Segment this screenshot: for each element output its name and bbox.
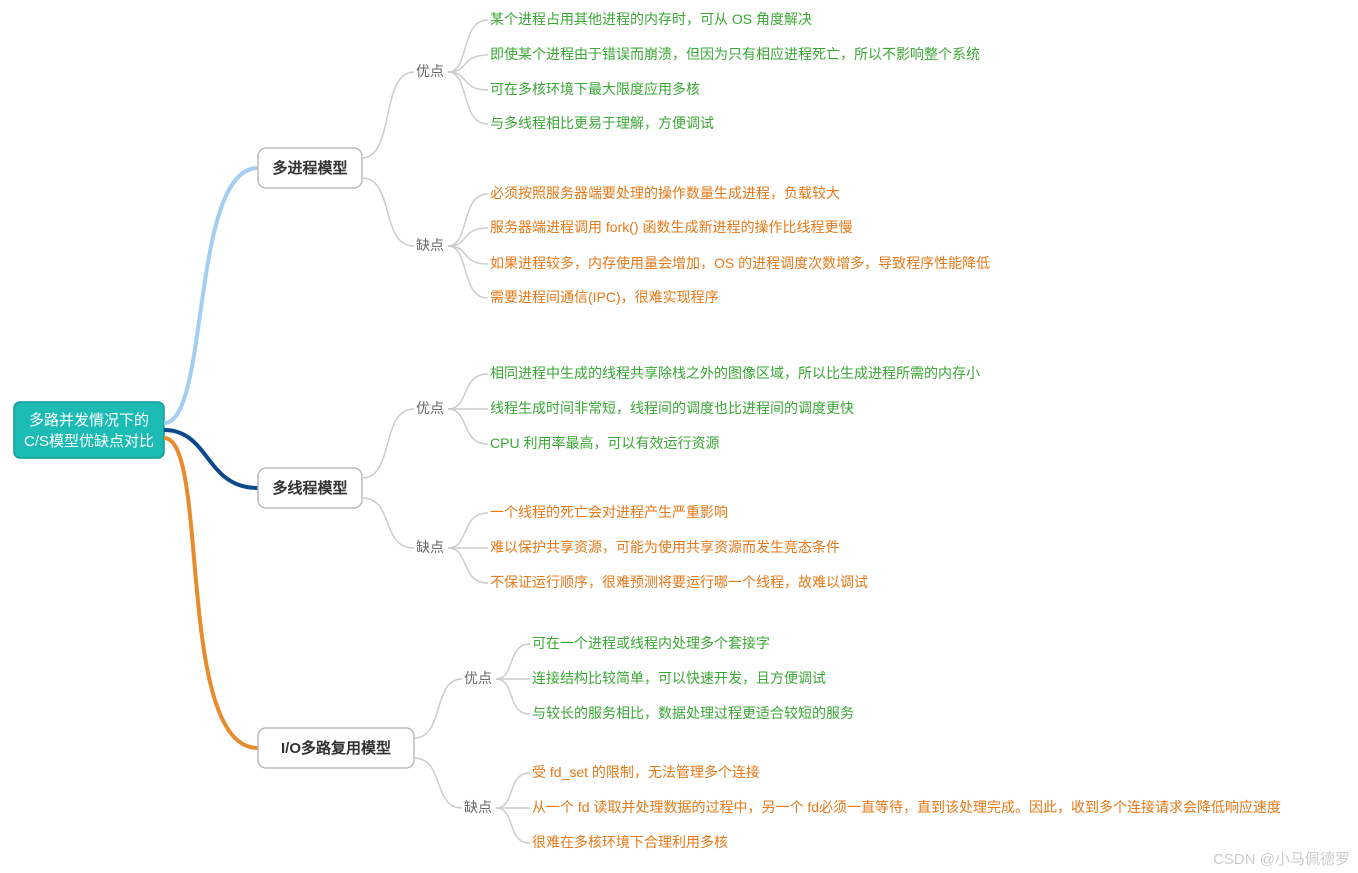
b1-dis-0: 一个线程的死亡会对进程产生严重影响 [490,504,728,520]
b0-adv-0: 某个进程占用其他进程的内存时，可从 OS 角度解决 [490,11,812,27]
b2-adv-1: 连接结构比较简单，可以快速开发，且方便调试 [532,670,826,686]
connector-b0-adv [362,72,414,158]
b0-dis-label: 缺点 [416,237,444,253]
root-line1: 多路并发情况下的 [29,412,149,429]
b0-dis-3: 需要进程间通信(IPC)，很难实现程序 [490,289,719,305]
b2-adv-label: 优点 [464,670,492,686]
branch-2[interactable]: I/O多路复用模型 [258,728,414,768]
branch-0[interactable]: 多进程模型 [258,148,362,188]
b0-dis-1: 服务器端进程调用 fork() 函数生成新进程的操作比线程更慢 [490,219,852,235]
b1-adv-0: 相同进程中生成的线程共享除栈之外的图像区域，所以比生成进程所需的内存小 [490,365,980,381]
b2-dis-1: 从一个 fd 读取并处理数据的过程中，另一个 fd必须一直等待，直到该处理完成。… [532,799,1281,815]
b1-dis-1: 难以保护共享资源，可能为使用共享资源而发生竞态条件 [490,539,840,555]
b1-adv-2: CPU 利用率最高，可以有效运行资源 [490,435,719,451]
b0-adv-1: 即使某个进程由于错误而崩溃，但因为只有相应进程死亡，所以不影响整个系统 [490,46,980,62]
b2-dis-0: 受 fd_set 的限制，无法管理多个连接 [532,764,760,780]
root-line2: C/S模型优缺点对比 [24,433,154,450]
connector-b2-dis [414,758,462,808]
connector-b1-dis [362,498,414,548]
b0-adv-2: 可在多核环境下最大限度应用多核 [490,81,700,97]
connector-b1-adv [362,409,414,478]
branch-1-label: 多线程模型 [272,479,347,497]
b2-dis-label: 缺点 [464,799,492,815]
b2-adv-2: 与较长的服务相比，数据处理过程更适合较短的服务 [532,705,854,721]
b2-dis-2: 很难在多核环境下合理利用多核 [532,834,728,850]
connector-b0-dis [362,178,414,246]
watermark: CSDN @小马佩德罗 [1213,850,1350,868]
branch-2-label: I/O多路复用模型 [281,739,391,757]
b1-adv-1: 线程生成时间非常短，线程间的调度也比进程间的调度更快 [490,400,854,416]
connector-root-b1 [164,430,258,488]
b1-adv-label: 优点 [416,400,444,416]
b2-adv-0: 可在一个进程或线程内处理多个套接字 [532,635,770,651]
root-node[interactable]: 多路并发情况下的 C/S模型优缺点对比 [14,402,164,458]
b0-adv-3: 与多线程相比更易于理解，方便调试 [490,115,714,131]
b0-adv-label: 优点 [416,63,444,79]
connector-root-b0 [164,168,258,423]
b1-dis-2: 不保证运行顺序，很难预测将要运行哪一个线程，故难以调试 [490,574,868,590]
branch-0-label: 多进程模型 [272,159,347,177]
branch-1[interactable]: 多线程模型 [258,468,362,508]
b0-dis-2: 如果进程较多，内存使用量会增加，OS 的进程调度次数增多，导致程序性能降低 [490,255,990,271]
b0-dis-0: 必须按照服务器端要处理的操作数量生成进程，负载较大 [490,185,840,201]
connector-b2-adv [414,679,462,738]
b1-dis-label: 缺点 [416,539,444,555]
